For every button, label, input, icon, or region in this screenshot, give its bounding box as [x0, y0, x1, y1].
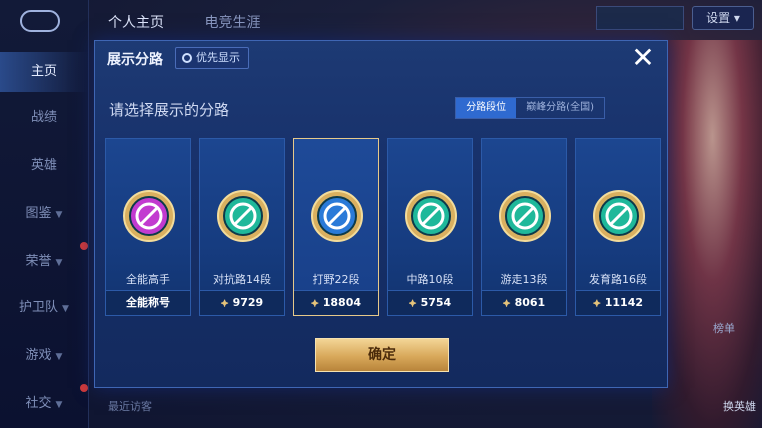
lane-card-list: 全能高手 全能称号 对抗路14段 ⯌ 9729 打野22段 ⯌ 18804 中路10段 ⯌ 5754…	[103, 138, 661, 316]
priority-display-button[interactable]: 优先显示	[175, 47, 249, 69]
top-tabs: 个人主页 电竞生涯	[108, 12, 296, 32]
gear-icon	[182, 53, 192, 63]
lane-label: 对抗路14段	[213, 273, 271, 286]
lane-score: ⯌ 5754	[388, 290, 472, 315]
lane-score: ⯌ 11142	[576, 290, 660, 315]
sidebar-item-game[interactable]: 游戏 ▼	[0, 336, 88, 376]
lane-score: 全能称号	[106, 290, 190, 315]
lane-score-value: 9729	[232, 296, 264, 309]
lane-label: 发育路16段	[589, 273, 647, 286]
tab-peak-lane[interactable]: 巅峰分路(全国)	[516, 98, 604, 118]
score-icon: ⯌	[408, 298, 417, 309]
back-icon[interactable]	[20, 10, 60, 32]
lane-score: ⯌ 8061	[482, 290, 566, 315]
chevron-down-icon: ▼	[55, 210, 63, 220]
lane-card[interactable]: 打野22段 ⯌ 18804	[293, 138, 379, 316]
currency-badge	[596, 6, 684, 30]
circle-slash-icon	[592, 189, 646, 243]
lane-display-dialog: 展示分路 优先显示 ✕ 请选择展示的分路 分路段位 巅峰分路(全国) 全能高手全…	[94, 40, 668, 388]
close-button[interactable]: ✕	[625, 43, 661, 75]
lane-score-value: 8061	[514, 296, 546, 309]
dialog-subtitle: 请选择展示的分路	[109, 101, 230, 119]
lane-score-value: 5754	[420, 296, 452, 309]
lane-score-value: 全能称号	[126, 296, 170, 309]
chevron-down-icon: ▼	[55, 400, 63, 410]
lane-score: ⯌ 9729	[200, 290, 284, 315]
sidebar-item-guard[interactable]: 护卫队 ▼	[0, 288, 88, 328]
lane-score-value: 11142	[604, 296, 644, 309]
settings-button[interactable]: 设置 ▾	[692, 6, 754, 30]
recent-visitors: 最近访客	[108, 400, 152, 413]
lane-card[interactable]: 中路10段 ⯌ 5754	[387, 138, 473, 316]
chevron-down-icon: ▼	[55, 258, 63, 268]
score-icon: ⯌	[310, 298, 319, 309]
dialog-title: 展示分路	[107, 52, 163, 68]
lane-label: 游走13段	[500, 273, 548, 286]
confirm-button[interactable]: 确定	[315, 338, 449, 372]
lane-score-value: 18804	[322, 296, 362, 309]
rank-button[interactable]: 榜单	[704, 320, 744, 336]
sidebar-item-home[interactable]: 主页	[0, 52, 88, 92]
chevron-down-icon: ▼	[62, 304, 69, 314]
dual-square-icon	[122, 189, 176, 243]
score-icon: ⯌	[502, 298, 511, 309]
wand-icon	[404, 189, 458, 243]
chevron-down-icon: ▼	[55, 352, 63, 362]
lane-score: ⯌ 18804	[294, 290, 378, 315]
lane-label: 全能高手	[126, 273, 170, 286]
segment-toggle: 分路段位 巅峰分路(全国)	[455, 97, 605, 119]
sidebar-item-record[interactable]: 战绩	[0, 98, 88, 138]
score-icon: ⯌	[220, 298, 229, 309]
sidebar-item-heroes[interactable]: 英雄	[0, 146, 88, 186]
lane-card[interactable]: 对抗路14段 ⯌ 9729	[199, 138, 285, 316]
shield-icon	[498, 189, 552, 243]
sidebar-item-social[interactable]: 社交 ▼	[0, 384, 88, 424]
sidebar: 主页 战绩 英雄 图鉴 ▼ 荣誉 ▼ 护卫队 ▼ 游戏 ▼ 社交 ▼	[0, 0, 89, 428]
sidebar-item-gallery[interactable]: 图鉴 ▼	[0, 194, 88, 234]
lane-card[interactable]: 发育路16段 ⯌ 11142	[575, 138, 661, 316]
swirl-icon	[310, 189, 364, 243]
score-icon: ⯌	[592, 298, 601, 309]
lane-card[interactable]: 游走13段 ⯌ 8061	[481, 138, 567, 316]
lane-label: 中路10段	[406, 273, 454, 286]
notification-dot	[80, 384, 88, 392]
switch-hero-button[interactable]: 换英雄	[723, 398, 756, 414]
sword-icon	[216, 189, 270, 243]
hero-portrait	[652, 40, 762, 428]
sidebar-item-honor[interactable]: 荣誉 ▼	[0, 242, 88, 282]
lane-card[interactable]: 全能高手 全能称号	[105, 138, 191, 316]
tab-esports[interactable]: 电竞生涯	[204, 15, 260, 31]
lane-label: 打野22段	[312, 273, 360, 286]
tab-lane-rank[interactable]: 分路段位	[456, 98, 517, 118]
notification-dot	[80, 242, 88, 250]
tab-profile[interactable]: 个人主页	[108, 15, 164, 31]
